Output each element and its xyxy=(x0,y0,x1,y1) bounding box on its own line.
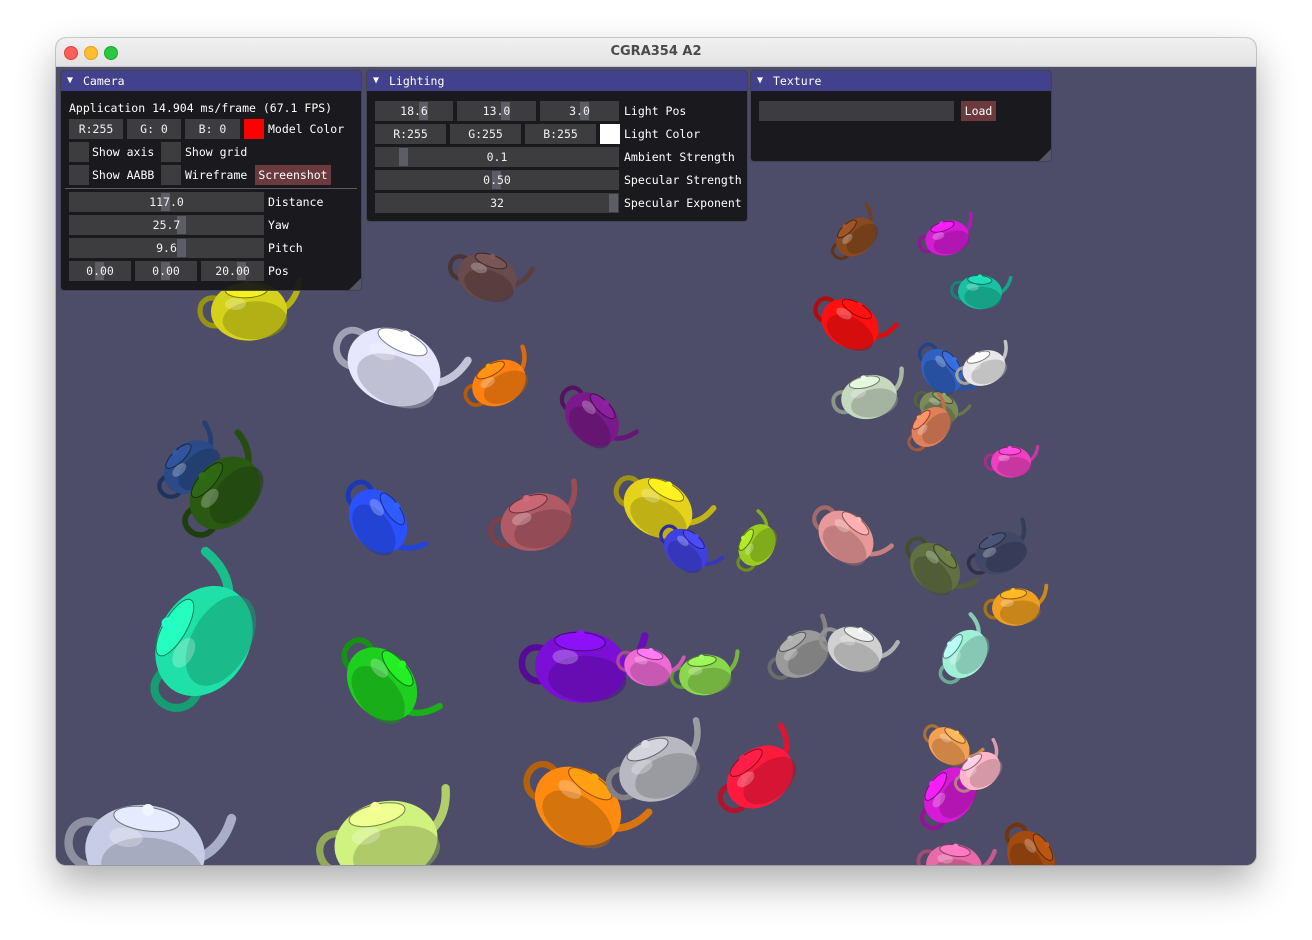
3d-viewport[interactable]: ▼ Camera Application 14.904 ms/frame (67… xyxy=(56,67,1256,865)
distance-label: Distance xyxy=(268,195,324,209)
light-color-g-field[interactable]: G:255 xyxy=(450,124,521,144)
collapse-arrow-icon[interactable]: ▼ xyxy=(373,71,379,91)
show-axis-label: Show axis xyxy=(92,145,155,159)
teapot-24 xyxy=(736,509,777,572)
teapot-18 xyxy=(448,252,536,302)
teapot-6 xyxy=(345,479,428,556)
title-bar: CGRA354 A2 xyxy=(56,38,1256,67)
model-color-b-field[interactable]: B: 0 xyxy=(185,119,240,139)
app-window: CGRA354 A2 ▼ Camera Application 14.904 m… xyxy=(56,38,1256,865)
camera-panel-header[interactable]: ▼ Camera xyxy=(61,71,361,91)
texture-panel-title: Texture xyxy=(773,74,822,88)
teapot-4 xyxy=(717,722,797,813)
teapot-2 xyxy=(316,784,450,865)
pos-y-slider[interactable]: 0.00 xyxy=(135,261,197,281)
light-color-b-field[interactable]: B:255 xyxy=(525,124,596,144)
teapot-39 xyxy=(905,536,979,596)
pos-z-slider[interactable]: 20.00 xyxy=(201,261,264,281)
teapot-38 xyxy=(983,444,1040,478)
teapot-33 xyxy=(950,274,1013,310)
teapot-43 xyxy=(983,583,1049,626)
show-aabb-label: Show AABB xyxy=(92,168,155,182)
screenshot-button[interactable]: Screenshot xyxy=(255,165,331,185)
texture-panel-resize-grip[interactable] xyxy=(1039,149,1051,161)
specular-exponent-label: Specular Exponent xyxy=(624,196,742,210)
teapot-21 xyxy=(812,505,894,566)
camera-panel-resize-grip[interactable] xyxy=(349,278,361,290)
ambient-strength-slider[interactable]: 0.1 xyxy=(375,147,619,167)
pitch-slider-grab[interactable] xyxy=(177,239,186,257)
lighting-panel-header[interactable]: ▼ Lighting xyxy=(367,71,747,91)
teapot-32 xyxy=(831,202,878,261)
camera-panel-title: Camera xyxy=(83,74,125,88)
light-color-swatch[interactable] xyxy=(600,124,620,144)
teapot-42 xyxy=(938,612,990,685)
show-axis-checkbox[interactable] xyxy=(69,142,89,162)
teapot-13 xyxy=(333,326,472,409)
teapot-16 xyxy=(559,385,639,449)
pos-label: Pos xyxy=(268,264,289,278)
teapot-1 xyxy=(150,546,257,712)
specular-exponent-grab[interactable] xyxy=(609,194,618,212)
teapot-35 xyxy=(955,339,1008,386)
yaw-label: Yaw xyxy=(268,218,289,232)
window-title: CGRA354 A2 xyxy=(610,44,702,59)
pitch-label: Pitch xyxy=(268,241,303,255)
distance-slider[interactable]: 117.0 xyxy=(69,192,264,212)
light-color-r-field[interactable]: R:255 xyxy=(375,124,446,144)
teapot-11 xyxy=(341,637,443,725)
teapot-7 xyxy=(488,478,578,551)
model-color-label: Model Color xyxy=(268,122,345,136)
teapot-31 xyxy=(813,296,899,351)
yaw-slider[interactable]: 25.7 xyxy=(69,215,264,235)
teapot-25 xyxy=(831,366,904,420)
ambient-strength-grab[interactable] xyxy=(399,148,408,166)
teapot-30 xyxy=(917,211,973,256)
load-texture-button[interactable]: Load xyxy=(961,101,996,121)
texture-panel: ▼ Texture Load xyxy=(750,70,1052,162)
texture-panel-header[interactable]: ▼ Texture xyxy=(751,71,1051,91)
teapot-5 xyxy=(64,803,237,865)
teapot-40 xyxy=(966,517,1027,575)
divider xyxy=(65,188,357,189)
show-grid-checkbox[interactable] xyxy=(161,142,181,162)
teapot-17 xyxy=(463,344,529,407)
collapse-arrow-icon[interactable]: ▼ xyxy=(67,71,73,91)
show-aabb-checkbox[interactable] xyxy=(69,165,89,185)
model-color-r-field[interactable]: R:255 xyxy=(69,119,123,139)
lighting-panel: ▼ Lighting 18.6 13.0 3.0 Light Pos R:255… xyxy=(366,70,748,222)
teapot-28 xyxy=(916,843,997,865)
pos-x-slider[interactable]: 0.00 xyxy=(69,261,131,281)
light-pos-z-slider[interactable]: 3.0 xyxy=(540,101,619,121)
pitch-slider[interactable]: 9.6 xyxy=(69,238,264,258)
light-pos-x-slider[interactable]: 18.6 xyxy=(375,101,453,121)
teapot-29 xyxy=(1004,822,1055,865)
lighting-panel-title: Lighting xyxy=(389,74,445,88)
camera-panel: ▼ Camera Application 14.904 ms/frame (67… xyxy=(60,70,362,291)
light-pos-y-slider[interactable]: 13.0 xyxy=(457,101,536,121)
ambient-strength-label: Ambient Strength xyxy=(624,150,735,164)
specular-strength-slider[interactable]: 0.50 xyxy=(375,170,619,190)
show-grid-label: Show grid xyxy=(185,145,248,159)
model-color-swatch[interactable] xyxy=(244,119,264,139)
light-color-label: Light Color xyxy=(624,127,701,141)
model-color-g-field[interactable]: G: 0 xyxy=(127,119,181,139)
texture-path-input[interactable] xyxy=(759,101,954,121)
light-pos-label: Light Pos xyxy=(624,104,687,118)
specular-strength-label: Specular Strength xyxy=(624,173,742,187)
wireframe-checkbox[interactable] xyxy=(161,165,181,185)
wireframe-label: Wireframe xyxy=(185,168,248,182)
fps-readout: Application 14.904 ms/frame (67.1 FPS) xyxy=(69,101,333,115)
collapse-arrow-icon[interactable]: ▼ xyxy=(757,71,763,91)
teapot-20 xyxy=(669,649,740,696)
specular-exponent-slider[interactable]: 32 xyxy=(375,193,619,213)
